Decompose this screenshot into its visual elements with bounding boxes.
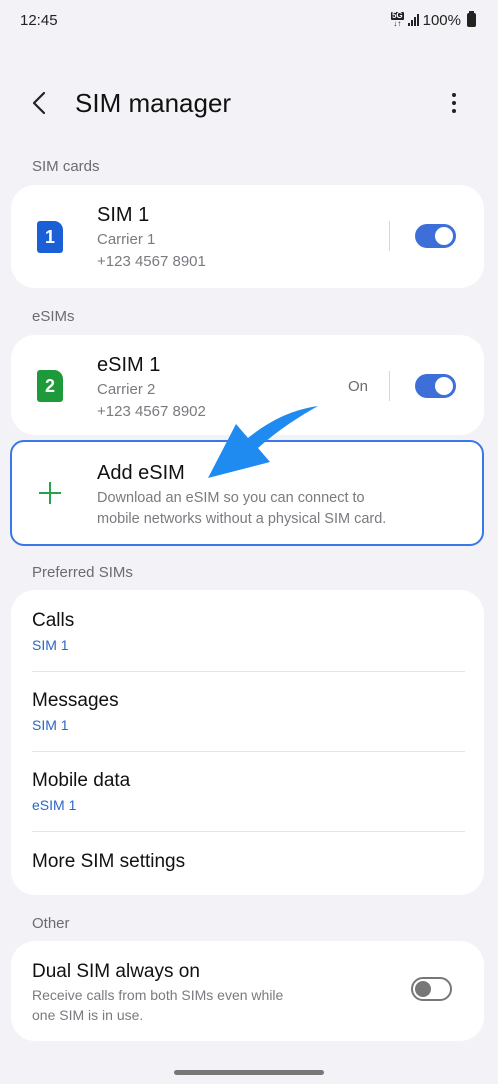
mobile-data-label: Mobile data	[32, 770, 131, 791]
calls-value: SIM 1	[32, 637, 69, 653]
esim1-number: +123 4567 8902	[97, 403, 206, 420]
status-icons: 5G ↓↑ 100%	[390, 11, 476, 29]
sim1-number: +123 4567 8901	[97, 253, 206, 270]
section-esims: eSIMs	[32, 308, 75, 325]
annotation-arrow-icon	[208, 406, 318, 478]
mobile-data-item[interactable]: Mobile data eSIM 1	[11, 751, 484, 831]
network-activity-label: ↓↑	[393, 19, 402, 28]
dual-sim-description-line2: one SIM is in use.	[32, 1007, 144, 1023]
page-title: SIM manager	[75, 88, 232, 118]
esim-card-icon: 2	[37, 370, 63, 402]
more-vert-icon	[452, 93, 456, 97]
divider	[389, 371, 390, 401]
section-other: Other	[32, 915, 70, 932]
esim1-status: On	[348, 378, 369, 395]
back-arrow-icon	[32, 91, 46, 115]
signal-icon	[407, 14, 419, 26]
divider	[389, 221, 390, 251]
messages-item[interactable]: Messages SIM 1	[11, 671, 484, 751]
status-bar: 12:45 5G ↓↑ 100%	[0, 0, 498, 40]
more-options-button[interactable]	[438, 86, 470, 120]
home-indicator	[174, 1070, 324, 1075]
battery-percent: 100%	[422, 11, 461, 29]
battery-icon	[467, 11, 476, 27]
messages-value: SIM 1	[32, 717, 69, 733]
mobile-data-value: eSIM 1	[32, 797, 77, 813]
sim-card-icon: 1	[37, 221, 63, 253]
network-type-icon: 5G ↓↑	[390, 12, 404, 28]
more-sim-settings-item[interactable]: More SIM settings	[11, 831, 484, 895]
section-sim-cards: SIM cards	[32, 158, 100, 175]
plus-icon	[39, 482, 61, 504]
other-card: Dual SIM always on Receive calls from bo…	[11, 941, 484, 1041]
esim1-toggle[interactable]	[415, 374, 456, 398]
dual-sim-title: Dual SIM always on	[32, 961, 200, 982]
sim1-carrier: Carrier 1	[97, 231, 156, 248]
more-sim-settings-label: More SIM settings	[32, 851, 186, 872]
section-preferred-sims: Preferred SIMs	[32, 564, 133, 581]
add-esim-description-line1: Download an eSIM so you can connect to	[97, 490, 365, 506]
app-bar: SIM manager	[0, 80, 498, 124]
messages-label: Messages	[32, 690, 119, 711]
preferred-sims-card: Calls SIM 1 Messages SIM 1 Mobile data e…	[11, 590, 484, 895]
dual-sim-description-line1: Receive calls from both SIMs even while	[32, 987, 284, 1003]
esim1-name: eSIM 1	[97, 354, 161, 376]
sim1-row[interactable]: 1 SIM 1 Carrier 1 +123 4567 8901	[11, 185, 484, 288]
sim1-toggle[interactable]	[415, 224, 456, 248]
status-time: 12:45	[20, 11, 58, 29]
back-button[interactable]	[22, 86, 56, 120]
sim1-name: SIM 1	[97, 204, 150, 226]
dual-sim-toggle[interactable]	[411, 977, 452, 1001]
calls-item[interactable]: Calls SIM 1	[11, 590, 484, 670]
esim1-carrier: Carrier 2	[97, 381, 156, 398]
add-esim-description-line2: mobile networks without a physical SIM c…	[97, 511, 387, 527]
add-esim-title: Add eSIM	[97, 462, 185, 484]
sim-cards-card: 1 SIM 1 Carrier 1 +123 4567 8901	[11, 185, 484, 288]
calls-label: Calls	[32, 610, 75, 631]
